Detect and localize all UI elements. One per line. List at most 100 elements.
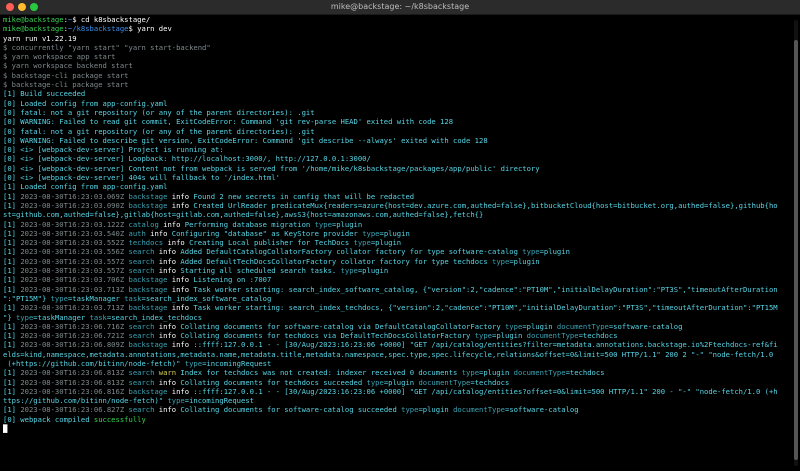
terminal-text: =taskManager <box>33 312 90 322</box>
terminal-text: 2023-08-30T16:23:06.813Z <box>20 377 125 387</box>
terminal-text: =plugin <box>370 238 402 248</box>
terminal-text: Listening on :7007 <box>189 275 272 285</box>
terminal-line: "} type=taskManager task=search_index_te… <box>3 313 792 322</box>
terminal-line: $ yarn workspace backend start <box>3 61 792 70</box>
terminal-cursor: █ <box>3 424 8 434</box>
terminal-text: Collating documents for software-catalog… <box>176 321 505 331</box>
terminal-text: 2023-08-30T16:23:06.721Z <box>20 331 125 341</box>
terminal-line: [0] <i> [webpack-dev-server] 404s will f… <box>3 173 792 182</box>
terminal-line: [1] 2023-08-30T16:23:06.716Z search info… <box>3 322 792 331</box>
terminal-text: [1] Loaded config from app-config.yaml <box>3 182 168 192</box>
terminal-text: 2023-08-30T16:23:03.557Z <box>20 266 125 276</box>
terminal-text: type <box>401 405 419 415</box>
terminal-text: info <box>158 266 177 276</box>
terminal-text: type <box>366 377 384 387</box>
terminal-line: [0] fatal: not a git repository (or any … <box>3 108 792 117</box>
terminal-text: [1] <box>3 238 21 248</box>
terminal-line: mike@backstage:~$ cd k8sbackstage/ <box>3 15 792 24</box>
terminal-text: Created UrlReader predicateMux{readers=a… <box>189 200 778 210</box>
terminal-text: [0] <i> [webpack-dev-server] Loopback: h… <box>3 154 371 164</box>
window-title: mike@backstage: ~/k8sbackstage <box>330 2 470 11</box>
terminal-text: =techdocs <box>578 331 618 341</box>
terminal-text: search <box>124 368 159 378</box>
terminal-text: catalog <box>124 219 164 229</box>
terminal-text: backstage <box>124 340 172 350</box>
terminal-text: 2023-08-30T16:23:06.827Z <box>20 405 125 415</box>
terminal-text: 2023-08-30T16:23:03.557Z <box>20 256 125 266</box>
terminal-text: [0] <i> [webpack-dev-server] Content not… <box>3 163 540 173</box>
terminal-text: info <box>171 340 190 350</box>
terminal-line: [0] webpack compiled successfully <box>3 415 792 424</box>
terminal-text: [1] <box>3 256 21 266</box>
terminal-line: [0] <i> [webpack-dev-server] Project is … <box>3 145 792 154</box>
terminal-text: [0] <i> [webpack-dev-server] Project is … <box>3 145 224 155</box>
terminal-text: type <box>522 247 540 257</box>
terminal-text: backstage <box>124 191 172 201</box>
terminal-line: $ backstage-cli package start <box>3 80 792 89</box>
terminal-line: [0] WARNING: Failed to describe git vers… <box>3 136 792 145</box>
terminal-text: successfully <box>93 414 146 424</box>
terminal-text: 2023-08-30T16:23:03.090Z <box>20 200 125 210</box>
terminal-line: [0] fatal: not a git repository (or any … <box>3 127 792 136</box>
terminal-text: backstage <box>124 386 172 396</box>
terminal-text: documentType <box>453 405 506 415</box>
terminal-text: type <box>184 358 203 368</box>
terminal-text: info <box>171 200 190 210</box>
terminal-text: info <box>171 303 190 313</box>
terminal-line: ":"PT15M"} type=taskManager task=search_… <box>3 294 792 303</box>
terminal-text: Task worker starting: search_index_softw… <box>189 284 778 294</box>
terminal-text: mike@backstage <box>3 24 64 34</box>
terminal-line: [0] <i> [webpack-dev-server] Loopback: h… <box>3 154 792 163</box>
terminal-text: 2023-08-30T16:23:03.556Z <box>20 247 125 257</box>
terminal-text: 2023-08-30T16:23:06.813Z <box>20 368 125 378</box>
terminal-text: =search_index_techdocs <box>106 312 203 322</box>
terminal-text: type <box>353 238 371 248</box>
terminal-text: task <box>124 293 142 303</box>
terminal-line: $ backstage-cli package start <box>3 71 792 80</box>
terminal-text: ttps://github.com/bitinn/node-fetch)" <box>3 396 168 406</box>
terminal-text: info <box>171 386 190 396</box>
terminal-text: [0] <i> [webpack-dev-server] 404s will f… <box>3 173 280 183</box>
terminal-output[interactable]: mike@backstage:~$ cd k8sbackstage/mike@b… <box>3 15 792 469</box>
title-bar: mike@backstage: ~/k8sbackstage <box>0 0 800 15</box>
terminal-line: [1] 2023-08-30T16:23:03.122Z catalog inf… <box>3 220 792 229</box>
terminal-text: search <box>124 247 159 257</box>
terminal-text: backstage <box>124 200 172 210</box>
terminal-line: elds=kind,namespace,metadata.annotations… <box>3 350 792 359</box>
terminal-text: $ backstage-cli package start <box>3 80 129 90</box>
scrollbar-thumb[interactable] <box>794 40 798 460</box>
terminal-text: warn <box>158 368 177 378</box>
terminal-text: [1] <box>3 275 21 285</box>
terminal-text: type <box>474 331 493 341</box>
terminal-text: =taskManager <box>67 293 125 303</box>
terminal-text: 2023-08-30T16:23:06.816Z <box>20 386 125 396</box>
terminal-text: type <box>461 368 480 378</box>
terminal-text: ~/k8sbackstage <box>67 24 129 34</box>
terminal-text: search <box>124 331 159 341</box>
terminal-text: =software-catalog <box>608 321 683 331</box>
terminal-text: elds=kind,namespace,metadata.annotations… <box>3 349 774 359</box>
terminal-text: 2023-08-30T16:23:03.713Z <box>20 284 125 294</box>
terminal-text: =plugin <box>509 256 540 266</box>
terminal-text: info <box>163 219 181 229</box>
terminal-line: [1] 2023-08-30T16:23:06.809Z backstage i… <box>3 340 792 349</box>
terminal-text: backstage <box>124 284 172 294</box>
terminal-text: Starting all scheduled search tasks. <box>176 266 341 276</box>
terminal-text: ":"PT15M"} <box>3 293 51 303</box>
terminal-text: techdocs <box>124 238 168 248</box>
terminal-text: [1] <box>3 219 21 229</box>
terminal-line: yarn run v1.22.19 <box>3 34 792 43</box>
terminal-text: =plugin <box>418 405 454 415</box>
terminal-text: search <box>124 405 159 415</box>
terminal-text: type <box>167 396 185 406</box>
terminal-line: [1] Loaded config from app-config.yaml <box>3 182 792 191</box>
terminal-text: [1] <box>3 386 21 396</box>
terminal-text: [1] <box>3 228 21 238</box>
terminal-text: info <box>150 228 168 238</box>
terminal-text: search <box>124 266 159 276</box>
terminal-text: [0] fatal: not a git repository (or any … <box>3 126 315 136</box>
terminal-line: [1] 2023-08-30T16:23:03.556Z search info… <box>3 247 792 256</box>
terminal-line: [1] 2023-08-30T16:23:06.827Z search info… <box>3 405 792 414</box>
terminal-line: [1] 2023-08-30T16:23:03.713Z backstage i… <box>3 285 792 294</box>
terminal-text: =plugin <box>492 331 527 341</box>
